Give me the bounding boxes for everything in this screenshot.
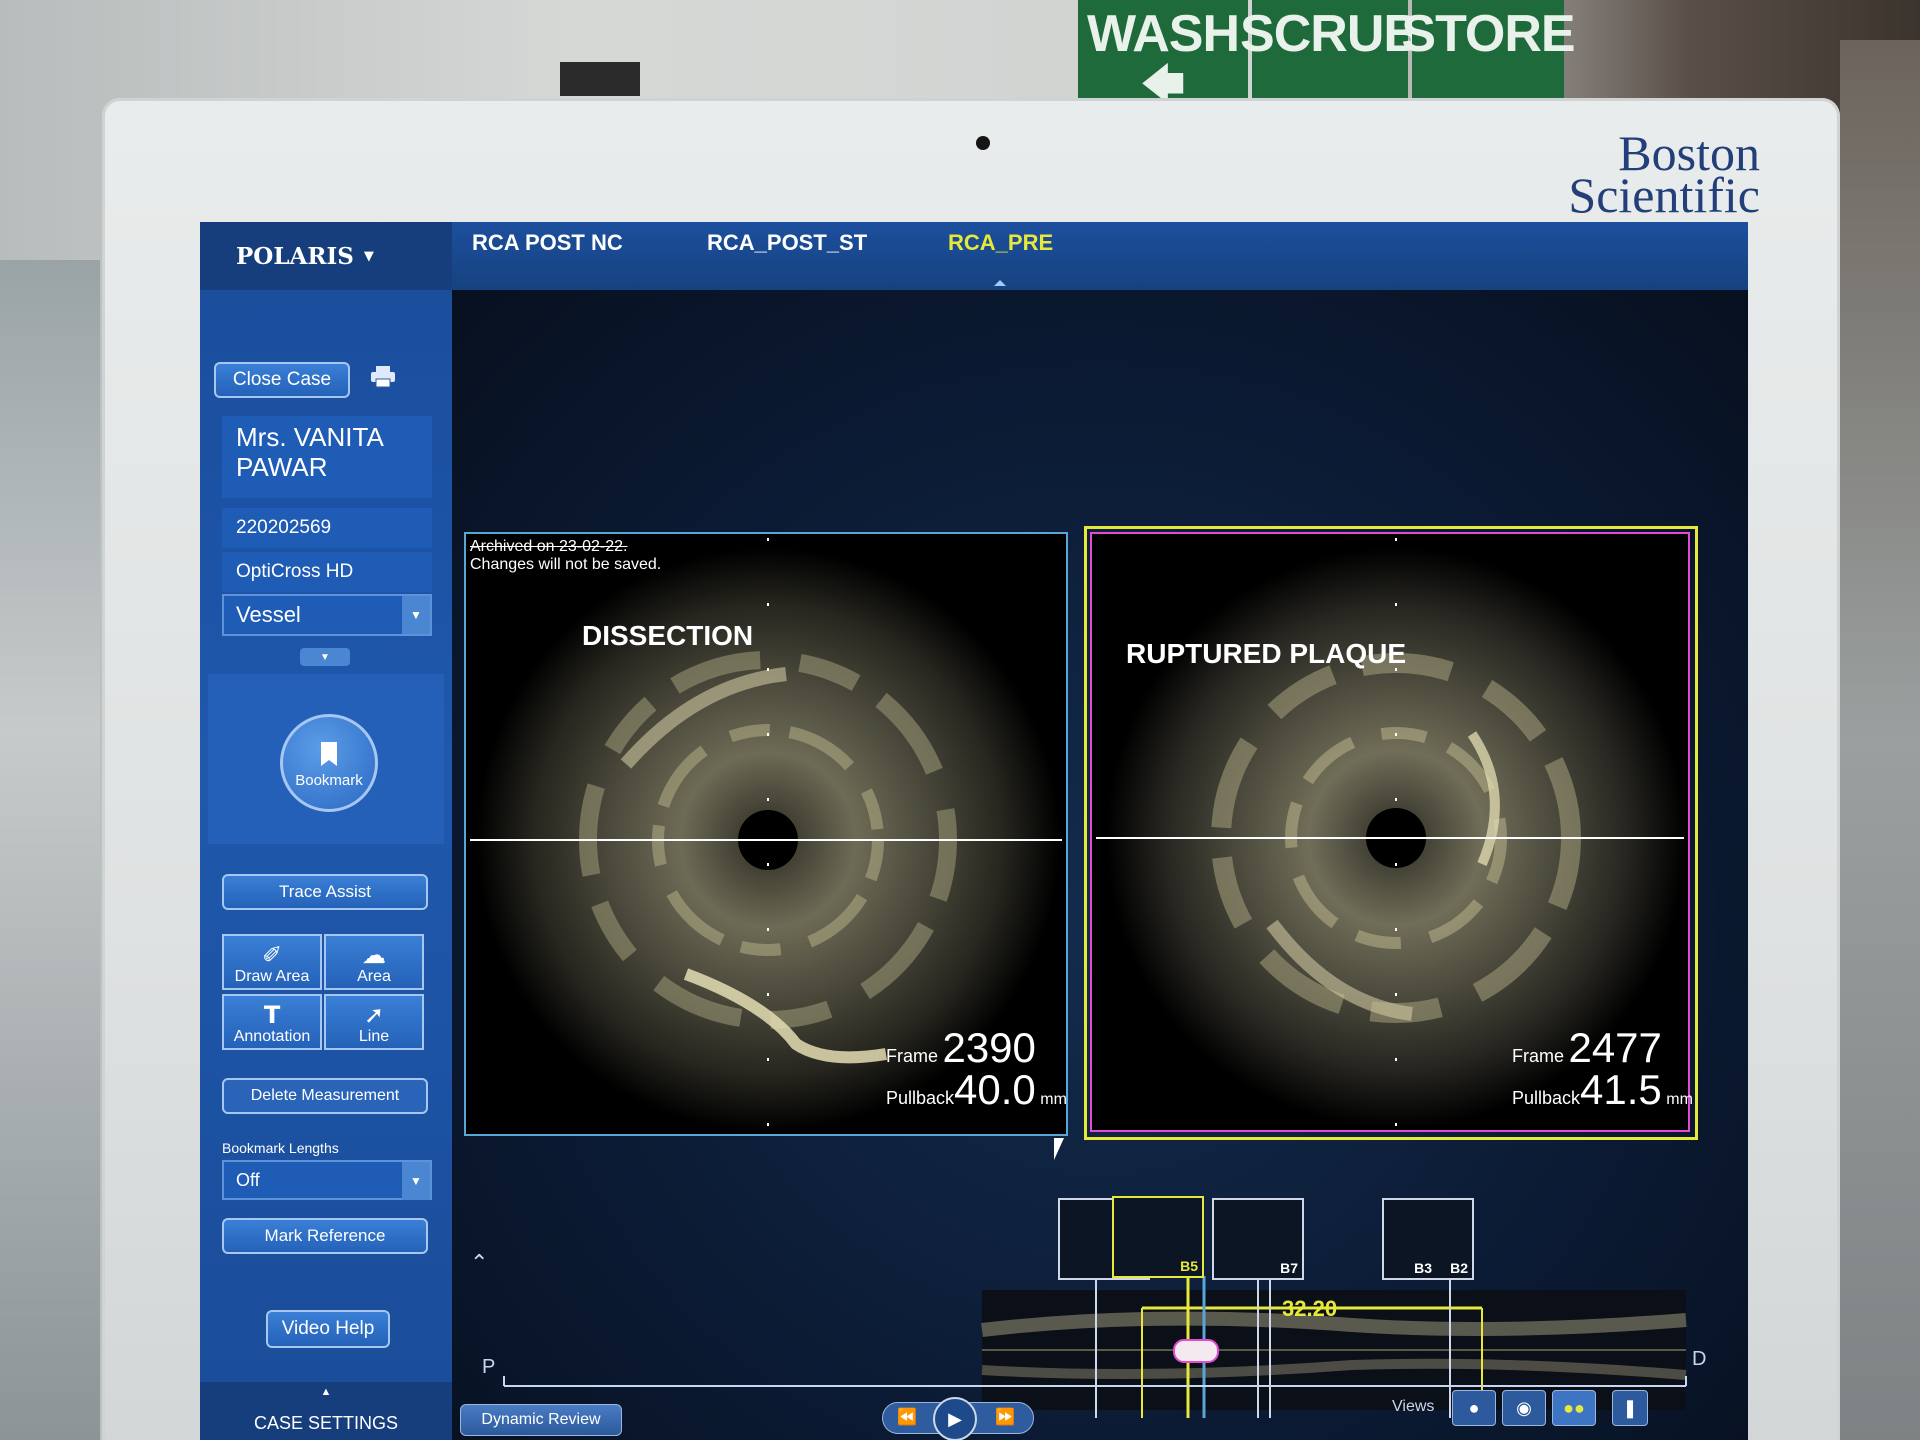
split-view-button[interactable]: ◉	[1502, 1390, 1546, 1426]
line-icon: ➚	[363, 1001, 385, 1029]
play-icon: ▶	[948, 1408, 962, 1429]
proximal-label: P	[482, 1356, 496, 1378]
image-viewer: Archived on 23-02-22. Changes will not b…	[452, 290, 1748, 1440]
dual-view-button[interactable]: ●●	[1552, 1390, 1596, 1426]
patient-name: Mrs. VANITA PAWAR	[222, 416, 432, 498]
annotation-button[interactable]: T Annotation	[222, 994, 322, 1050]
tab-rca-post-nc[interactable]: RCA POST NC	[472, 230, 623, 256]
wall-bracket	[560, 62, 640, 96]
left-shelf	[0, 260, 100, 1440]
measurement-length: 32.20	[1282, 1296, 1338, 1321]
views-label: Views	[1392, 1398, 1435, 1415]
patient-id: 220202569	[222, 508, 432, 548]
collapse-up-icon[interactable]: ⌃	[470, 1250, 488, 1276]
sign-scrub: SCRUB	[1240, 0, 1421, 106]
playback-controls: ⏪ ▶ ⏩	[882, 1397, 1034, 1440]
sidebar: POLARIS ▼ Close Case Mrs. VANITA PAWAR 2…	[200, 222, 452, 1440]
chevron-down-icon: ▼	[363, 248, 374, 264]
dual-view-icon: ●●	[1563, 1397, 1585, 1418]
catheter-name: OptiCross HD	[222, 552, 432, 592]
view-select-value: Vessel	[236, 602, 301, 627]
bookmark-lengths-select[interactable]: Off ▼	[222, 1160, 432, 1200]
bookmark-icon	[321, 742, 337, 766]
app-logo: POLARIS	[236, 242, 354, 270]
delete-measurement-button[interactable]: Delete Measurement	[222, 1078, 428, 1114]
chevron-down-icon: ▼	[320, 651, 330, 663]
distal-label: D	[1692, 1348, 1707, 1370]
dynamic-review-button[interactable]: Dynamic Review	[460, 1404, 622, 1436]
line-button[interactable]: ➚ Line	[324, 994, 424, 1050]
tab-rca-post-st[interactable]: RCA_POST_ST	[707, 230, 867, 256]
brand-logo: Boston Scientific	[1568, 125, 1760, 223]
bookmark-button[interactable]: Bookmark	[280, 714, 378, 812]
bookmark-lengths-value: Off	[236, 1169, 260, 1190]
single-view-button[interactable]: ●	[1452, 1390, 1496, 1426]
single-view-icon: ●	[1468, 1397, 1480, 1418]
case-settings-button[interactable]: ▲ CASE SETTINGS	[200, 1382, 452, 1440]
video-help-button[interactable]: Video Help	[266, 1310, 390, 1348]
bookmark-thumbnail[interactable]: B3 B2	[1382, 1198, 1474, 1280]
trace-assist-button[interactable]: Trace Assist	[222, 874, 428, 910]
longitudinal-view-button[interactable]: ❚	[1612, 1390, 1648, 1426]
app-menu[interactable]: POLARIS ▼	[200, 222, 452, 290]
draw-area-icon: ✐	[261, 941, 283, 969]
chevron-down-icon: ▼	[402, 596, 430, 634]
mark-reference-button[interactable]: Mark Reference	[222, 1218, 428, 1254]
right-shelf	[1840, 40, 1920, 1440]
draw-area-button[interactable]: ✐ Draw Area	[222, 934, 322, 990]
tab-rca-pre[interactable]: RCA_PRE	[948, 230, 1053, 256]
expand-toggle[interactable]: ▼	[300, 648, 350, 666]
bookmark-thumbnail[interactable]: B7	[1212, 1198, 1304, 1280]
case-tabs: RCA POST NC RCA_POST_ST RCA_PRE	[452, 222, 1748, 290]
area-button[interactable]: ☁ Area	[324, 934, 424, 990]
sign-store: STORE	[1401, 0, 1576, 106]
chevron-down-icon: ▼	[402, 1162, 430, 1200]
annotation-icon: T	[263, 1001, 281, 1029]
close-case-button[interactable]: Close Case	[214, 362, 350, 398]
area-icon: ☁	[362, 941, 386, 969]
play-button[interactable]: ▶	[933, 1397, 977, 1440]
bookmark-thumbnail[interactable]: B5	[1112, 1196, 1204, 1278]
screen: POLARIS ▼ Close Case Mrs. VANITA PAWAR 2…	[200, 222, 1748, 1440]
vessel-view-icon: ❚	[1622, 1397, 1638, 1418]
fast-forward-icon[interactable]: ⏩	[995, 1407, 1015, 1427]
webcam-icon	[976, 136, 990, 150]
view-select[interactable]: Vessel ▼	[222, 594, 432, 636]
active-tab-marker	[994, 280, 1006, 286]
split-view-icon: ◉	[1516, 1397, 1532, 1418]
bookmark-lengths-label: Bookmark Lengths	[222, 1140, 339, 1156]
chevron-up-icon: ▲	[320, 1386, 332, 1398]
print-icon[interactable]	[370, 366, 396, 388]
rewind-icon[interactable]: ⏪	[897, 1407, 917, 1427]
